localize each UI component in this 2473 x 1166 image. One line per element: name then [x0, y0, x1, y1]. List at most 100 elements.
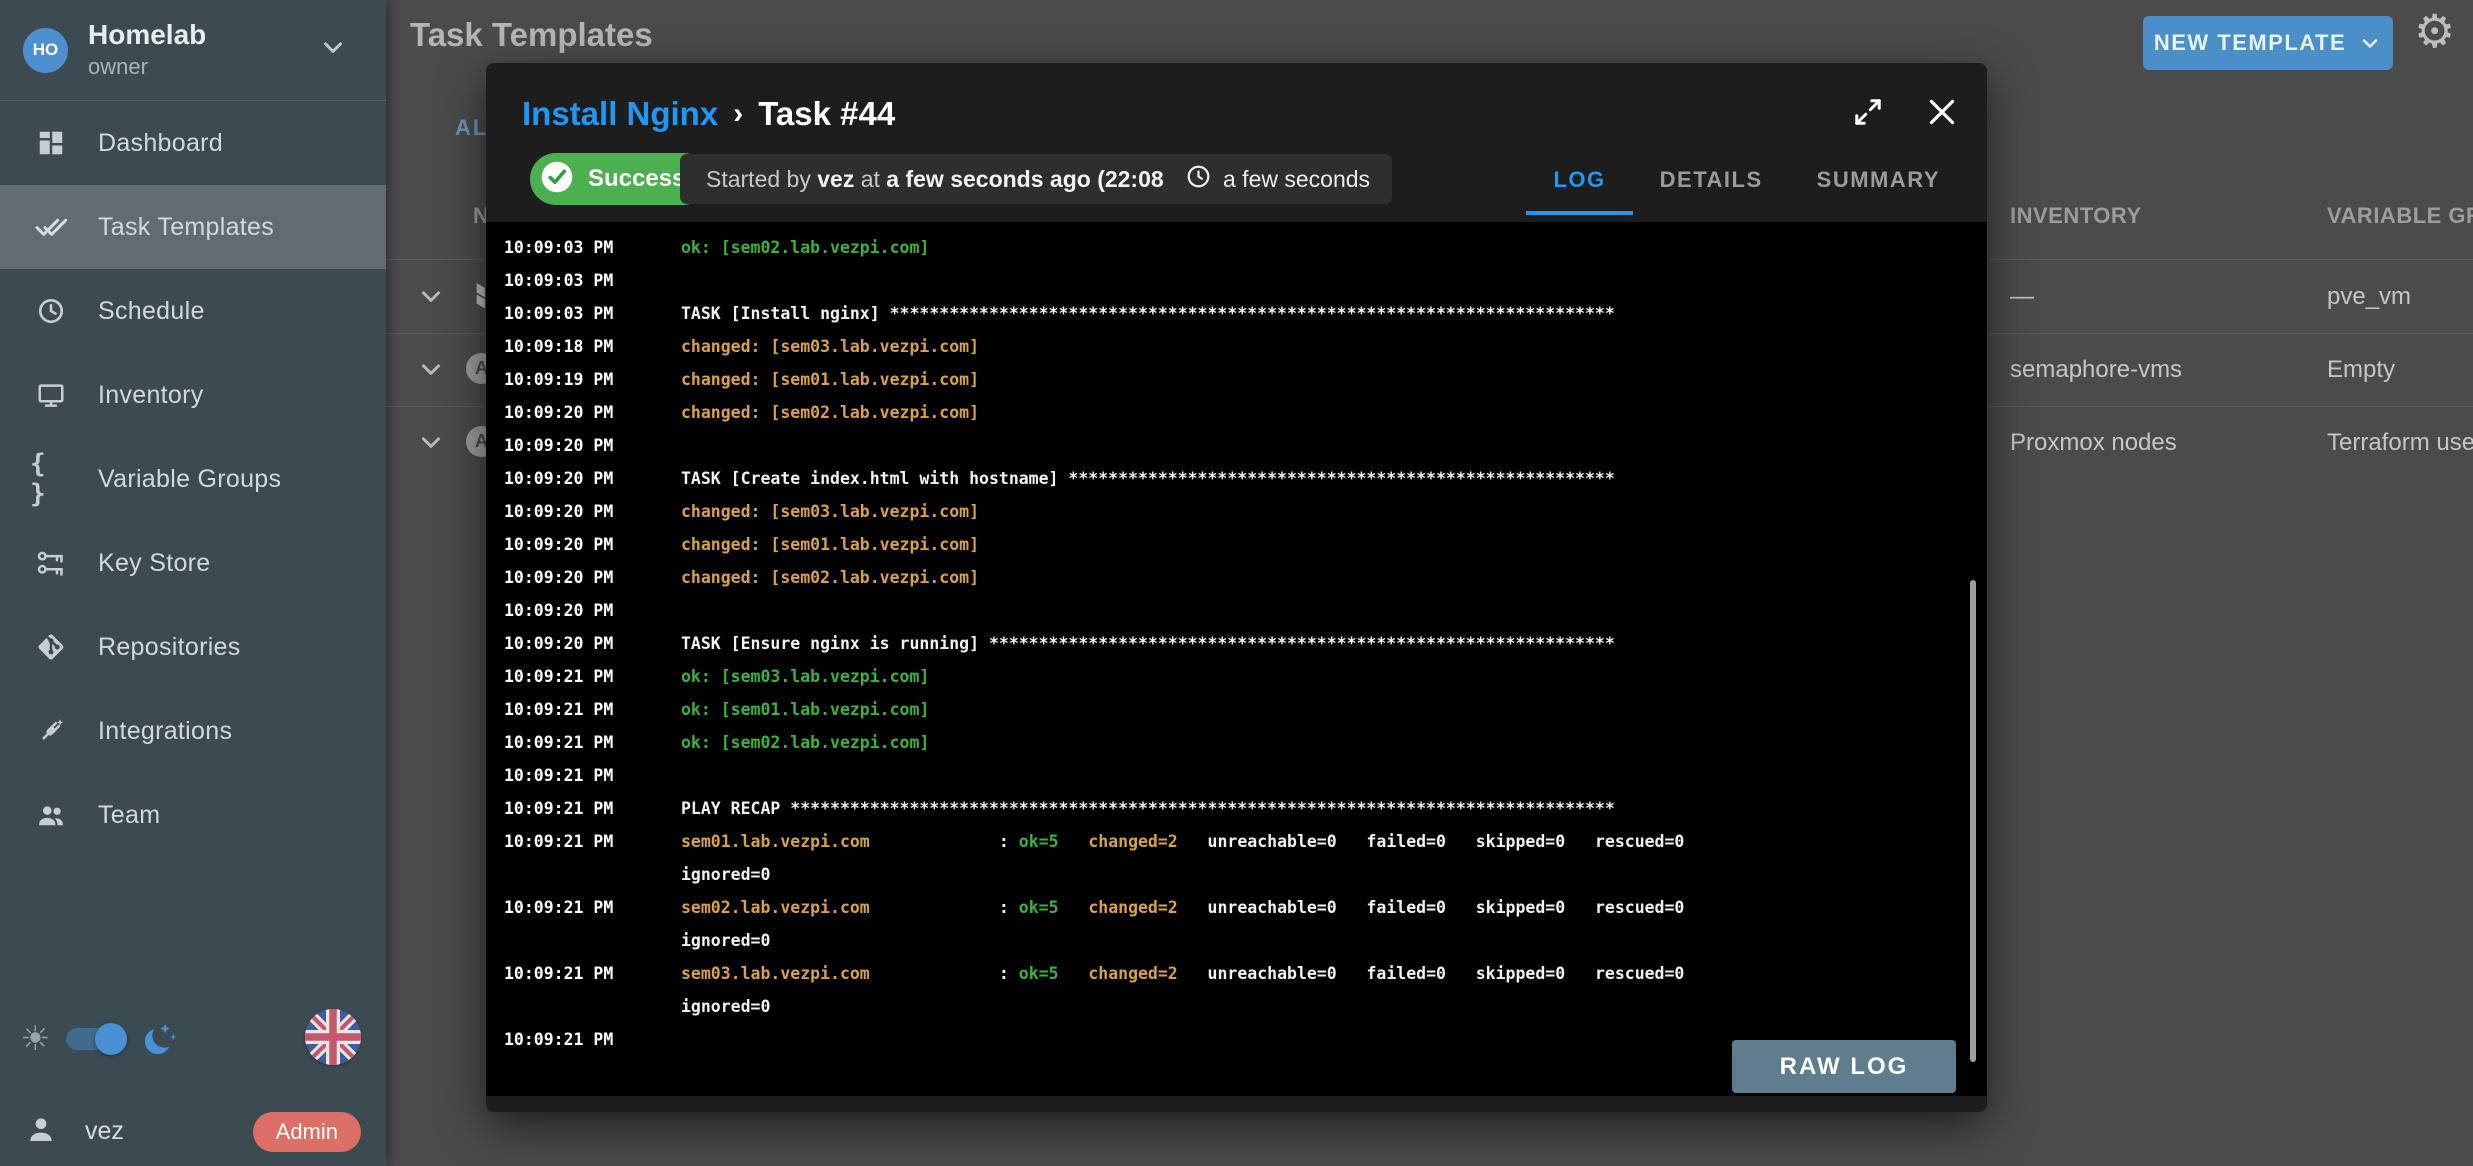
log-scrollbar[interactable] — [1970, 580, 1976, 1062]
task-modal: Install Nginx › Task #44 Success Started… — [486, 63, 1987, 1112]
sidebar-menu: Dashboard Task Templates Schedule Invent… — [0, 101, 386, 857]
log-message: ignored=0 — [681, 990, 770, 1023]
log-message: sem02.lab.vezpi.com : ok=5 changed=2 unr… — [681, 891, 1684, 924]
moon-icon — [140, 1019, 180, 1059]
log-line: 10:09:20 PMTASK [Ensure nginx is running… — [504, 627, 1987, 660]
log-timestamp: 10:09:03 PM — [504, 231, 681, 264]
log-message: ok: [sem03.lab.vezpi.com] — [681, 660, 929, 693]
workspace-name: Homelab — [88, 20, 206, 51]
sidebar-item-label: Inventory — [98, 381, 204, 410]
log-message: ok: [sem01.lab.vezpi.com] — [681, 693, 929, 726]
row-expand-chevron[interactable] — [416, 354, 446, 389]
sidebar-item-inventory[interactable]: Inventory — [0, 353, 386, 437]
duration-chip: a few seconds — [1163, 154, 1392, 204]
sidebar: HO Homelab owner Dashboard Task Template… — [0, 0, 386, 1166]
log-timestamp: 10:09:21 PM — [504, 660, 681, 693]
log-line: ignored=0 — [504, 924, 1987, 957]
log-line: 10:09:03 PM — [504, 264, 1987, 297]
sidebar-item-dashboard[interactable]: Dashboard — [0, 101, 386, 185]
started-info-chip: Started by vez at a few seconds ago (22:… — [680, 154, 1197, 204]
row-expand-chevron[interactable] — [416, 427, 446, 462]
log-timestamp: 10:09:20 PM — [504, 396, 681, 429]
chevron-down-icon — [318, 32, 348, 67]
log-line: ignored=0 — [504, 858, 1987, 891]
cell-inventory: — — [2010, 283, 2034, 311]
tab-log[interactable]: LOG — [1526, 145, 1632, 215]
log-message: changed: [sem01.lab.vezpi.com] — [681, 528, 979, 561]
status-label: Success — [588, 165, 685, 193]
column-header-variable-groups: VARIABLE GROUPS — [2327, 203, 2473, 229]
new-template-button[interactable]: NEW TEMPLATE — [2143, 16, 2393, 70]
log-timestamp — [504, 924, 681, 957]
dark-mode-toggle[interactable] — [66, 1028, 124, 1050]
log-timestamp: 10:09:21 PM — [504, 759, 681, 792]
workspace-switcher[interactable]: HO Homelab owner — [0, 0, 386, 100]
log-timestamp: 10:09:20 PM — [504, 627, 681, 660]
clock-icon — [30, 296, 72, 326]
raw-log-button[interactable]: RAW LOG — [1732, 1040, 1956, 1093]
success-check-icon — [538, 158, 576, 201]
app-screen: HO Homelab owner Dashboard Task Template… — [0, 0, 2473, 1166]
started-user: vez — [817, 166, 854, 192]
log-line: 10:09:21 PMPLAY RECAP ******************… — [504, 792, 1987, 825]
breadcrumb-template-link[interactable]: Install Nginx — [522, 95, 718, 133]
breadcrumb-separator: › — [733, 97, 743, 131]
tab-details[interactable]: DETAILS — [1633, 145, 1790, 215]
new-template-label: NEW TEMPLATE — [2154, 30, 2346, 56]
sidebar-item-task-templates[interactable]: Task Templates — [0, 185, 386, 269]
log-timestamp: 10:09:20 PM — [504, 528, 681, 561]
sidebar-item-label: Key Store — [98, 549, 210, 578]
sidebar-item-label: Repositories — [98, 633, 241, 662]
admin-badge: Admin — [253, 1112, 361, 1152]
cell-inventory: semaphore-vms — [2010, 356, 2182, 384]
tab-summary[interactable]: SUMMARY — [1790, 145, 1967, 215]
workspace-avatar: HO — [23, 28, 68, 73]
expand-button[interactable] — [1846, 90, 1890, 134]
sidebar-item-label: Variable Groups — [98, 465, 281, 494]
log-line: 10:09:19 PMchanged: [sem01.lab.vezpi.com… — [504, 363, 1987, 396]
gear-icon[interactable]: ⚙ — [2414, 8, 2455, 54]
sidebar-item-variable-groups[interactable]: { } Variable Groups — [0, 437, 386, 521]
log-timestamp: 10:09:21 PM — [504, 825, 681, 858]
log-line: 10:09:20 PM — [504, 429, 1987, 462]
log-timestamp: 10:09:21 PM — [504, 726, 681, 759]
clock-icon — [1185, 163, 1212, 196]
log-message: ok: [sem02.lab.vezpi.com] — [681, 231, 929, 264]
log-timestamp: 10:09:21 PM — [504, 693, 681, 726]
sidebar-item-key-store[interactable]: Key Store — [0, 521, 386, 605]
sidebar-item-repositories[interactable]: Repositories — [0, 605, 386, 689]
language-flag-uk[interactable] — [305, 1009, 361, 1065]
log-timestamp: 10:09:03 PM — [504, 264, 681, 297]
log-timestamp: 10:09:20 PM — [504, 495, 681, 528]
sidebar-item-schedule[interactable]: Schedule — [0, 269, 386, 353]
log-line: 10:09:18 PMchanged: [sem03.lab.vezpi.com… — [504, 330, 1987, 363]
log-lines: 10:09:03 PMok: [sem02.lab.vezpi.com]10:0… — [504, 231, 1987, 1056]
started-time: a few seconds ago (22:08) — [886, 166, 1171, 192]
log-line: 10:09:03 PMok: [sem02.lab.vezpi.com] — [504, 231, 1987, 264]
sidebar-item-label: Team — [98, 801, 160, 830]
log-timestamp: 10:09:20 PM — [504, 594, 681, 627]
sidebar-item-label: Schedule — [98, 297, 205, 326]
log-line: 10:09:20 PMTASK [Create index.html with … — [504, 462, 1987, 495]
log-timestamp — [504, 990, 681, 1023]
log-timestamp: 10:09:20 PM — [504, 462, 681, 495]
log-timestamp: 10:09:20 PM — [504, 561, 681, 594]
log-message: sem01.lab.vezpi.com : ok=5 changed=2 unr… — [681, 825, 1684, 858]
log-timestamp — [504, 858, 681, 891]
log-timestamp: 10:09:20 PM — [504, 429, 681, 462]
cell-variable-groups: Terraform user for Proxm — [2327, 429, 2473, 457]
log-message: changed: [sem01.lab.vezpi.com] — [681, 363, 979, 396]
workspace-role: owner — [88, 54, 206, 80]
log-timestamp: 10:09:21 PM — [504, 957, 681, 990]
sidebar-item-team[interactable]: Team — [0, 773, 386, 857]
log-line: 10:09:21 PMsem03.lab.vezpi.com : ok=5 ch… — [504, 957, 1987, 990]
row-expand-chevron[interactable] — [416, 281, 446, 316]
user-row[interactable]: vez Admin — [0, 1098, 386, 1164]
cell-variable-groups: Empty — [2327, 356, 2395, 384]
log-message: ignored=0 — [681, 924, 770, 957]
sidebar-item-integrations[interactable]: Integrations — [0, 689, 386, 773]
log-timestamp: 10:09:19 PM — [504, 363, 681, 396]
workspace-names: Homelab owner — [88, 20, 206, 80]
log-message: ok: [sem02.lab.vezpi.com] — [681, 726, 929, 759]
close-button[interactable] — [1920, 90, 1964, 134]
